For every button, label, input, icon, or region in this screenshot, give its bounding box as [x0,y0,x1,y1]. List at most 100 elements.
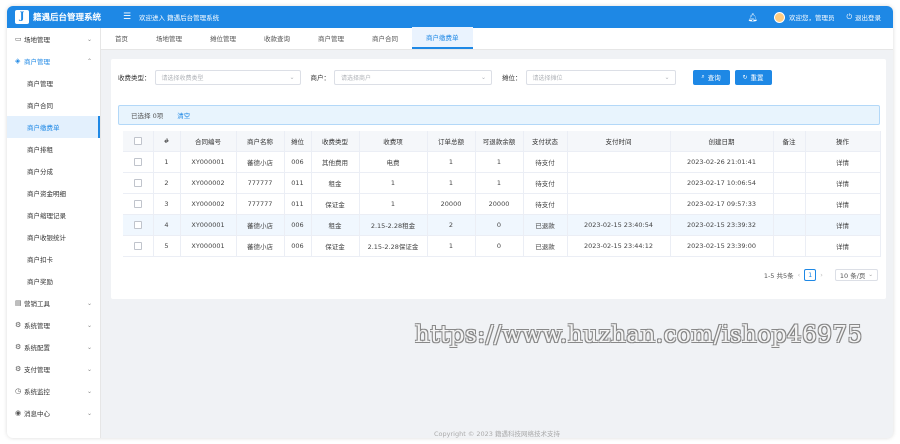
row-checkbox[interactable] [133,199,142,208]
sidebar-item-merchant-contract[interactable]: 商户合同 [7,94,100,116]
table-cell: XY000002 [180,172,237,194]
reset-button[interactable]: ↻ 重置 [734,69,772,85]
sidebar-group-message[interactable]: ◉ 消息中心 ⌄ [7,402,100,424]
column-header: 摊位 [284,131,312,152]
chevron-down-icon: ⌄ [86,387,92,395]
chevron-down-icon: ⌄ [86,299,92,307]
chevron-down-icon: ⌄ [86,321,92,329]
chevron-down-icon: ⌄ [86,409,92,417]
table-cell: XY000002 [180,193,237,215]
row-checkbox[interactable] [133,178,142,187]
search-button[interactable]: ⌕ 查询 [692,69,730,85]
booth-select-placeholder: 请选择摊位 [532,74,563,82]
tab-merchant-contract[interactable]: 商户合同 [358,27,412,49]
detail-link[interactable]: 详情 [805,235,881,257]
sidebar-group-label: 场地管理 [24,36,50,44]
marketing-icon: ▤ [15,299,22,307]
sidebar-group-payment[interactable]: ⚙ 支付管理 ⌄ [7,358,100,380]
table-cell: 2.15-2.28保证金 [359,235,428,257]
column-header: 可退款余额 [475,131,524,152]
sidebar-group-merchant[interactable]: ◈ 商户管理 ⌃ [7,50,100,72]
logout-icon[interactable]: ⏻ [846,13,852,22]
table-cell: 待支付 [523,151,568,173]
avatar[interactable] [773,11,785,23]
table-cell: 租金 [311,172,360,194]
table-cell: 2023-02-15 23:40:54 [567,214,671,236]
table-cell: 2 [427,214,476,236]
table-cell: 1 [475,172,524,194]
chevron-down-icon: ⌄ [86,343,92,351]
selection-count: 已选择 0项 [131,112,164,120]
tab-merchant[interactable]: 商户管理 [304,27,358,49]
bell-icon[interactable]: 🔔︎ [748,13,758,22]
table-cell: XY000001 [180,151,237,173]
row-select-cell[interactable] [123,214,154,236]
sidebar-group-label: 系统监控 [24,388,50,396]
detail-link[interactable]: 详情 [805,172,881,194]
table-cell [773,193,806,215]
sidebar-item-merchant-cashier[interactable]: 商户收银统计 [7,226,100,248]
row-select-cell[interactable] [123,151,154,173]
sidebar-item-label: 商户分成 [27,168,53,176]
select-all-checkbox[interactable] [133,136,142,145]
tab-merchant-bill[interactable]: 商户缴费单 [412,27,473,49]
user-greeting[interactable]: 欢迎您，管理员 [789,12,835,22]
chevron-up-icon: ⌃ [86,57,92,65]
table-cell: 蕃德小店 [236,151,285,173]
detail-link[interactable]: 详情 [805,193,881,215]
sidebar-item-merchant-rent[interactable]: 商户排租 [7,138,100,160]
config-icon: ⚙ [15,343,22,351]
row-checkbox[interactable] [133,157,142,166]
logout-link[interactable]: 退出登录 [855,12,881,22]
sidebar-item-merchant-funds[interactable]: 商户资金明细 [7,182,100,204]
type-select[interactable]: 请选择收费类型 ⌄ [154,69,301,85]
detail-link[interactable]: 详情 [805,214,881,236]
table-cell: 1 [475,151,524,173]
row-select-cell[interactable] [123,193,154,215]
sidebar-group-venue[interactable]: ▭ 场地管理 ⌄ [7,28,100,50]
chevron-down-icon: ⌄ [480,73,486,81]
sidebar-item-merchant-records[interactable]: 商户缩理记录 [7,204,100,226]
sidebar-group-monitor[interactable]: ◷ 系统监控 ⌄ [7,380,100,402]
next-page-icon[interactable]: › [820,271,823,279]
detail-link[interactable]: 详情 [805,151,881,173]
sidebar-group-marketing[interactable]: ▤ 营销工具 ⌄ [7,292,100,314]
merchant-select[interactable]: 请选择商户 ⌄ [334,69,492,85]
tab-venue[interactable]: 场地管理 [142,27,196,49]
chevron-down-icon: ⌄ [664,73,670,81]
row-select-cell[interactable] [123,172,154,194]
page-number-button[interactable]: 1 [804,269,817,281]
chevron-down-icon: ⌄ [868,272,873,278]
select-all-cell[interactable] [123,131,154,152]
selection-alert: 已选择 0项 清空 [118,105,880,125]
booth-select[interactable]: 请选择摊位 ⌄ [525,69,676,85]
row-select-cell[interactable] [123,235,154,257]
sidebar-item-merchant-bill[interactable]: 商户缴费单 [7,116,100,138]
tab-booth[interactable]: 摊位管理 [196,27,250,49]
type-filter-label: 收费类型： [118,74,151,82]
table-cell: 011 [284,172,312,194]
menu-collapse-icon[interactable]: ☰ [123,12,133,22]
table-cell: 20000 [427,193,476,215]
sidebar-group-system[interactable]: ⚙ 系统管理 ⌄ [7,314,100,336]
prev-page-icon[interactable]: ‹ [798,271,801,279]
sidebar-item-label: 商户合同 [27,102,53,110]
row-checkbox[interactable] [133,241,142,250]
sidebar-item-merchant-card[interactable]: 商户扣卡 [7,248,100,270]
sidebar-item-merchant-share[interactable]: 商户分成 [7,160,100,182]
sidebar-item-label: 商户扣卡 [27,256,53,264]
table-cell: XY000001 [180,235,237,257]
tab-payment-query[interactable]: 收款查询 [250,27,304,49]
sidebar-item-merchant-manage[interactable]: 商户管理 [7,72,100,94]
table-cell: 006 [284,151,312,173]
row-checkbox[interactable] [133,220,142,229]
tab-home[interactable]: 首页 [101,27,142,49]
table-cell: 1 [359,193,428,215]
copyright-text: Copyright © 2023 籍遇科技网络技术支持 [434,430,561,438]
sidebar-item-merchant-reward[interactable]: 商户奖励 [7,270,100,292]
sidebar-group-label: 支付管理 [24,366,50,374]
table-cell: 2023-02-15 23:39:00 [670,235,774,257]
sidebar-group-config[interactable]: ⚙ 系统配置 ⌄ [7,336,100,358]
page-size-select[interactable]: 10 条/页 ⌄ [834,269,878,281]
clear-selection-link[interactable]: 清空 [177,110,190,120]
